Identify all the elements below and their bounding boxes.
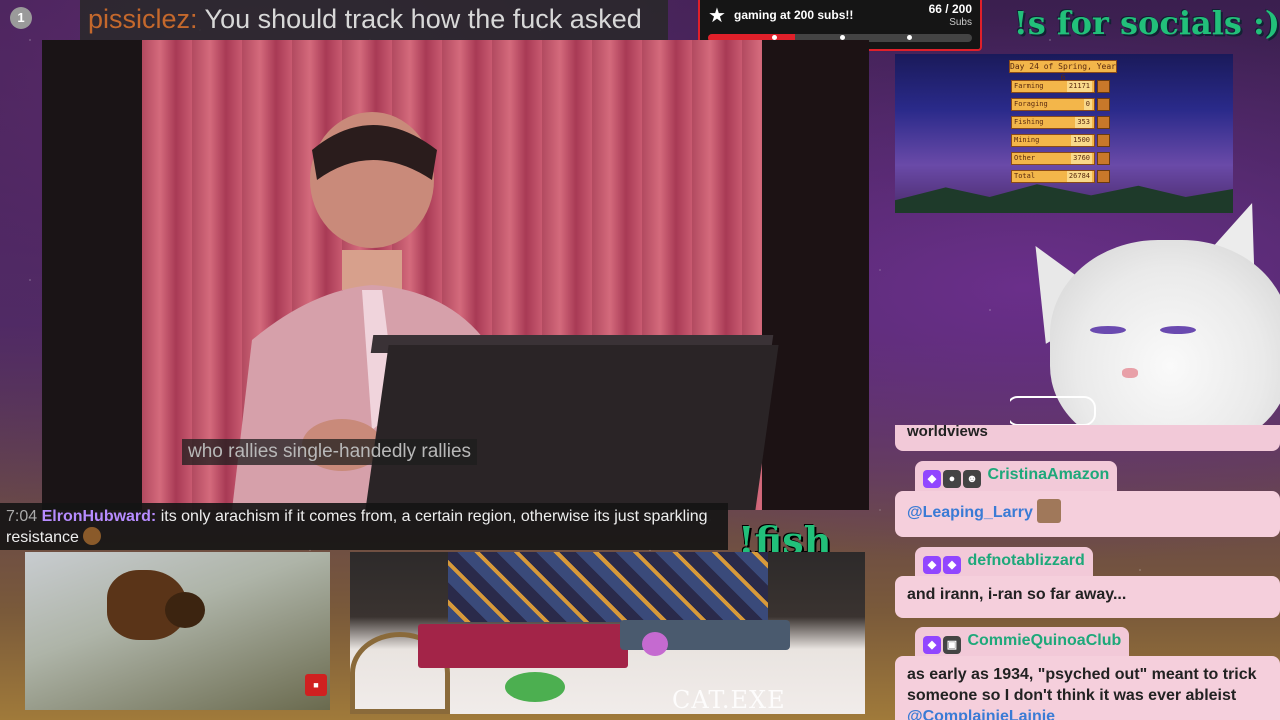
chat-username: CristinaAmazon [987, 466, 1110, 483]
cat-facecam [1010, 200, 1280, 456]
game-stat-row: Other 3760 [1011, 152, 1095, 165]
sub-goal-title: gaming at 200 subs!! [734, 8, 854, 22]
mid-chat-message: 7:04 ElronHubward: its only arachism if … [0, 503, 728, 550]
bear-camera-feed: ■ [25, 552, 330, 710]
game-stat-value: 3760 [1071, 153, 1092, 164]
chat-panel: worldviews ◆ ● ☻ CristinaAmazon @Leaping_L… [895, 425, 1280, 720]
skull-badge-icon: ☻ [963, 470, 981, 488]
game-stat-row: Fishing 353 [1011, 116, 1095, 129]
chat-timestamp: 7:04 [6, 508, 38, 525]
game-stat-value: 353 [1075, 117, 1092, 128]
game-stat-row: Mining 1500 [1011, 134, 1095, 147]
skill-icon [1097, 152, 1110, 165]
game-stat-value: 1500 [1071, 135, 1092, 146]
sub-goal-unit: Subs [949, 17, 972, 28]
skill-icon [1097, 170, 1110, 183]
skill-icon [1097, 80, 1110, 93]
chat-username: defnotablizzard [967, 552, 1085, 569]
plant [505, 672, 565, 702]
game-stat-label: Foraging [1014, 100, 1048, 108]
skill-icon [1097, 98, 1110, 111]
top-chat-text: You should track how the fuck asked [197, 4, 642, 34]
podium [365, 345, 779, 510]
cat-cam-watermark: CAT.EXE [672, 686, 786, 714]
game-stat-row: Total 26784 [1011, 170, 1095, 183]
top-chat-username: pissiclez: [88, 4, 198, 34]
game-day-label: Day 24 of Spring, Year 6 [1009, 60, 1117, 82]
chat-message: and irann, i-ran so far away... [895, 576, 1280, 618]
chat-message: @Leaping_Larry [895, 491, 1280, 537]
blanket [418, 624, 628, 668]
stop-sign-icon: ■ [305, 674, 327, 696]
chat-name-tab: ◆ ● ☻ CristinaAmazon [915, 461, 1118, 491]
camera-badge-icon: ▣ [943, 636, 961, 654]
game-stat-value: 26784 [1066, 171, 1092, 182]
chat-message-fragment: worldviews [895, 425, 1280, 451]
game-stat-value: 21171 [1066, 81, 1092, 92]
game-stats-panel: Day 24 of Spring, Year 6 Farming 21171 For… [895, 54, 1233, 213]
cat-camera-feed: CAT.EXE [350, 552, 865, 714]
monkey-emoji-icon [83, 527, 102, 545]
top-chat-message: pissiclez: You should track how the fuck… [80, 0, 668, 40]
chat-username: CommieQuinoaClub [967, 632, 1122, 649]
chat-name-tab: ◆ ◆ defnotablizzard [915, 547, 1093, 577]
sub-goal-count: 66 / 200 [928, 2, 972, 16]
quilt [448, 552, 768, 622]
game-stat-label: Total [1014, 172, 1036, 180]
twitch-badge-icon: ◆ [923, 470, 941, 488]
video-caption: who rallies single-handedly rallies [182, 439, 478, 465]
game-stat-label: Other [1014, 154, 1036, 162]
star-icon: ★ [708, 5, 726, 27]
goal-marker [907, 35, 912, 40]
chat-mention: @ComplainieLainie [907, 708, 1056, 720]
chat-message: as early as 1934, "psyched out" meant to… [895, 656, 1280, 720]
video-shadow [762, 40, 869, 510]
cat-nose [1122, 368, 1138, 378]
mid-chat-username: ElronHubward: [41, 508, 157, 525]
video-player[interactable]: who rallies single-handedly rallies [42, 40, 869, 510]
chat-name-tab: ◆ ▣ CommieQuinoaClub [915, 627, 1130, 657]
game-stat-label: Fishing [1014, 118, 1044, 126]
twitch-badge-icon: ◆ [923, 556, 941, 574]
cat-eye [1160, 326, 1196, 334]
game-stat-value: 0 [1083, 99, 1092, 110]
emote-icon [1036, 499, 1061, 523]
game-stat-row: Foraging 0 [1011, 98, 1095, 111]
skill-icon [1097, 134, 1110, 147]
skill-icon [1097, 116, 1110, 129]
orchid-flower [642, 632, 668, 656]
bear-cub [165, 592, 205, 628]
game-stat-row: Farming 21171 [1011, 80, 1095, 93]
socials-banner: !s for socials :) [1013, 4, 1280, 42]
chat-message-text: and irann, i-ran so far away... [907, 586, 1127, 603]
game-stat-label: Farming [1014, 82, 1044, 90]
chat-message-text: as early as 1934, "psyched out" meant to… [907, 666, 1257, 704]
chat-message-text: @Leaping_Larry [907, 504, 1033, 521]
twitch-badge-icon: ◆ [923, 636, 941, 654]
notification-count-badge: 1 [10, 7, 32, 29]
subscriber-badge-icon: ● [943, 470, 961, 488]
video-shadow [42, 40, 142, 510]
diamond-badge-icon: ◆ [943, 556, 961, 574]
game-stat-label: Mining [1014, 136, 1040, 144]
cat-paw [1010, 396, 1096, 426]
cat-eye [1090, 326, 1126, 334]
